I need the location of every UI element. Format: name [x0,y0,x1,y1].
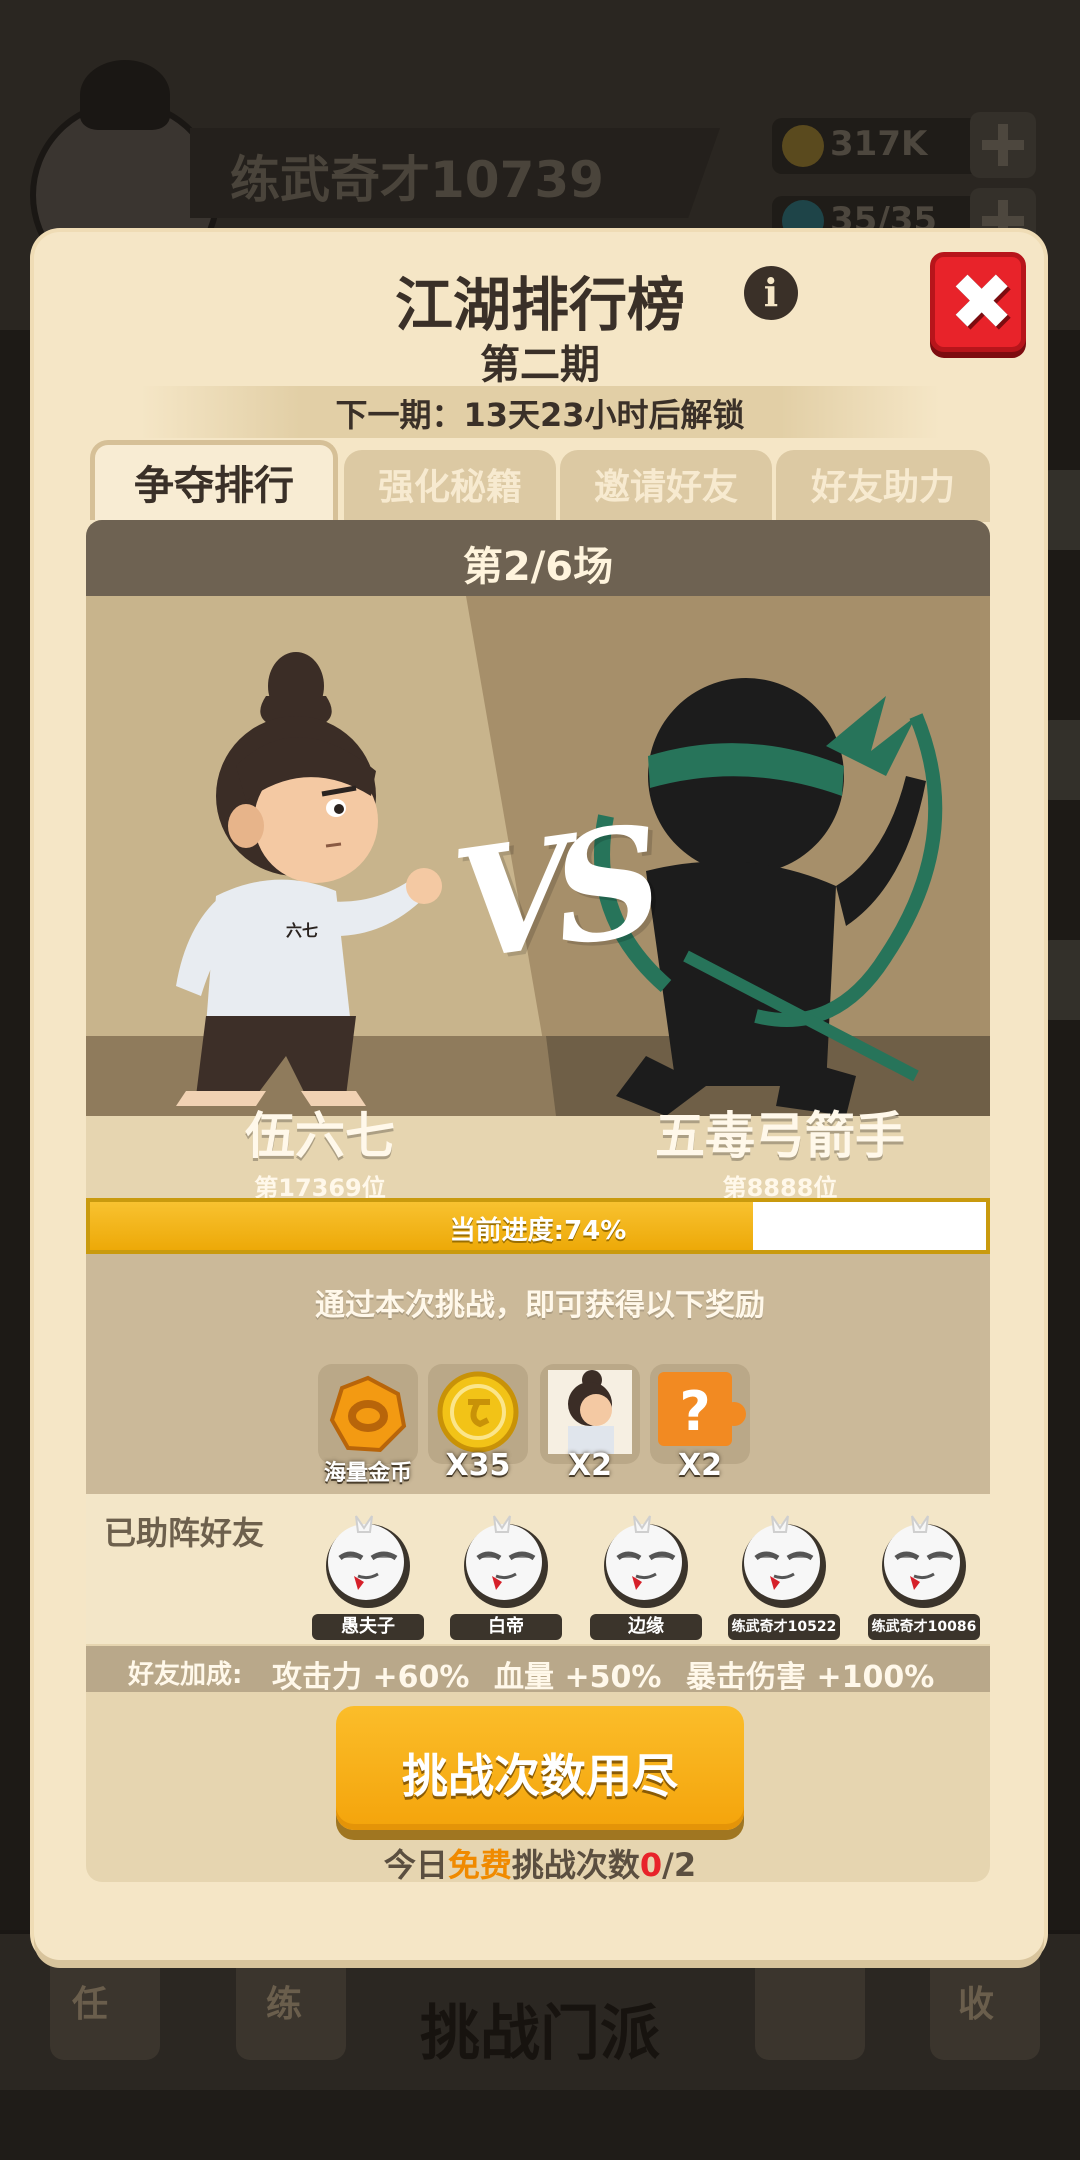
free-count: 0 [639,1846,663,1884]
mascot-avatar-icon [882,1515,966,1608]
close-icon: ✖ [949,258,1015,348]
bonus-hp: 血量 +50% [494,1660,662,1695]
background-avatar-hair [80,60,170,130]
background-side-button [1040,940,1080,1020]
free-total: /2 [662,1846,697,1884]
background-gold-icon [782,125,824,167]
assist-friends-title: 已助阵好友 [104,1514,265,1552]
gold-ring-icon [329,1375,407,1453]
mystery-glyph: ? [679,1380,710,1443]
friend-avatar[interactable] [734,1510,834,1610]
reward-intro: 通过本次挑战，即可获得以下奖励 [315,1288,765,1323]
bonus-label: 好友加成: [128,1660,243,1690]
background-gold-plus-icon [970,112,1036,178]
vs-emblem: VS [444,793,657,995]
background-side-button [1040,470,1080,550]
free-middle: 挑战次数 [511,1846,640,1884]
stage-bar: 第2/6场 [86,520,990,596]
next-period-text: 下一期：13天23小时后解锁 [335,396,745,434]
reward-label-gold: 海量金币 [323,1461,412,1486]
info-icon[interactable]: i [744,266,798,320]
game-root: 练武奇才10739 317K 35/35 任 练 挑战门派 收 江湖排行榜 i … [0,0,1080,2160]
free-prefix: 今日 [383,1846,448,1884]
panel-subtitle: 第二期 [480,342,600,388]
friend-avatar[interactable] [456,1510,556,1610]
mascot-avatar-icon [604,1515,688,1608]
friend-name: 愚夫子 [312,1614,424,1640]
reward-item-gold[interactable] [318,1364,418,1464]
friend-avatar[interactable] [874,1510,974,1610]
progress-label: 当前进度:74% [449,1216,627,1246]
tab-invite-friends[interactable]: 邀请好友 [560,450,772,522]
mascot-avatar-icon [326,1515,410,1608]
mascot-avatar-icon [464,1515,548,1608]
tab-friend-assist[interactable]: 好友助力 [776,450,990,522]
tab-ranking[interactable]: 争夺排行 [90,440,338,520]
reward-label-coin: X35 [445,1448,511,1483]
friend-name: 边缘 [590,1614,702,1640]
reward-label-character: X2 [567,1448,612,1483]
background-side-button [1040,720,1080,800]
friend-avatar[interactable] [318,1510,418,1610]
player-name: 伍六七 [245,1107,395,1165]
background-player-name: 练武奇才10739 [230,151,604,209]
background-task-label: 任 [72,1984,109,2025]
bonus-crit: 暴击伤害 +100% [686,1660,935,1695]
stage-label: 第2/6场 [462,544,614,590]
opponent-name: 五毒弓箭手 [655,1107,905,1165]
background-gold-value: 317K [830,124,928,164]
background-footer [0,2090,1080,2160]
tab-secret-manual[interactable]: 强化秘籍 [344,450,556,522]
close-button[interactable]: ✖ [930,252,1026,352]
background-collect-label: 收 [958,1984,995,2025]
friend-name: 练武奇才10522 [728,1614,840,1640]
challenge-button[interactable]: 挑战次数用尽 [336,1706,744,1830]
friend-name: 练武奇才10086 [868,1614,980,1640]
mascot-avatar-icon [742,1515,826,1608]
challenge-button-label: 挑战次数用尽 [402,1749,678,1803]
background-nav-label: 挑战门派 [420,1999,660,2069]
shirt-text: 六七 [286,921,318,940]
battle-arena: 六七 VS [86,596,990,1116]
free-attempts-line: 今日免费挑战次数0/2 [0,1840,1080,1886]
background-house-icon [755,1950,865,2060]
friend-avatar[interactable] [596,1510,696,1610]
reward-label-mystery: X2 [677,1448,722,1483]
free-highlight: 免费 [447,1846,512,1884]
friend-name: 白帝 [450,1614,562,1640]
opponent-fighter-illustration [594,678,943,1116]
panel-title: 江湖排行榜 [394,271,685,339]
bonus-attack: 攻击力 +60% [272,1660,470,1695]
progress-bar: 当前进度:74% [86,1198,990,1254]
background-train-label: 练 [266,1984,303,2025]
